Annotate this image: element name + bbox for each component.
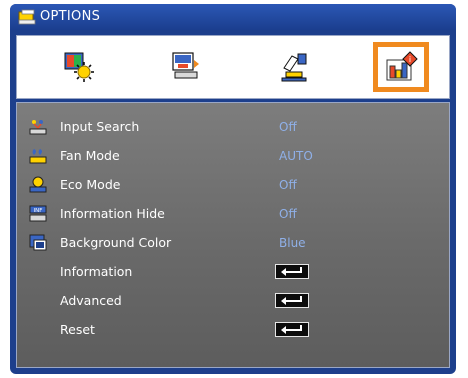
svg-text:INF: INF	[34, 208, 43, 214]
enter-arrow-icon	[281, 296, 302, 305]
menu-item-value: Off	[279, 120, 297, 134]
title-bar: OPTIONS	[10, 4, 456, 30]
menu-item-information[interactable]: Information	[17, 259, 449, 285]
tab-setup[interactable]	[266, 42, 322, 92]
menu-item-value: Off	[279, 178, 297, 192]
eco-mode-icon	[29, 176, 47, 194]
input-search-icon	[29, 118, 47, 136]
menu-item-eco-mode[interactable]: Eco Mode Off	[17, 172, 449, 198]
options-folder-icon	[18, 9, 36, 25]
enter-arrow-icon	[281, 325, 302, 334]
menu-item-value: Off	[279, 207, 297, 221]
enter-button[interactable]	[275, 293, 309, 308]
menu-item-label: Input Search	[60, 119, 140, 134]
menu-item-fan-mode[interactable]: Fan Mode AUTO	[17, 143, 449, 169]
options-settings-icon: i	[386, 51, 418, 81]
tab-options[interactable]: i	[373, 42, 429, 92]
menu-tab-bar: i	[16, 35, 450, 99]
setup-settings-icon	[281, 53, 307, 82]
information-hide-icon: INF	[29, 205, 47, 223]
enter-button[interactable]	[275, 264, 309, 279]
menu-item-value: Blue	[279, 236, 306, 250]
menu-item-label: Background Color	[60, 235, 172, 250]
menu-item-information-hide[interactable]: INF Information Hide Off	[17, 201, 449, 227]
enter-button[interactable]	[275, 322, 309, 337]
menu-item-reset[interactable]: Reset	[17, 317, 449, 343]
tab-picture[interactable]	[50, 42, 106, 92]
enter-arrow-icon	[281, 267, 302, 276]
menu-item-label: Fan Mode	[60, 148, 120, 163]
options-window: OPTIONS i Input Search Off Fan Mode AUTO…	[10, 4, 456, 374]
menu-item-label: Eco Mode	[60, 177, 121, 192]
menu-item-input-search[interactable]: Input Search Off	[17, 114, 449, 140]
tab-display[interactable]	[158, 42, 214, 92]
background-color-icon	[29, 234, 47, 252]
fan-mode-icon	[29, 147, 47, 165]
menu-item-background-color[interactable]: Background Color Blue	[17, 230, 449, 256]
menu-item-label: Information Hide	[60, 206, 165, 221]
picture-settings-icon	[64, 52, 94, 82]
menu-item-label: Information	[60, 264, 133, 279]
svg-text:i: i	[409, 55, 411, 64]
menu-item-label: Reset	[60, 322, 95, 337]
menu-item-advanced[interactable]: Advanced	[17, 288, 449, 314]
options-menu-panel: Input Search Off Fan Mode AUTO Eco Mode …	[16, 102, 450, 368]
display-settings-icon	[172, 52, 199, 79]
menu-item-label: Advanced	[60, 293, 122, 308]
window-title: OPTIONS	[40, 9, 101, 24]
menu-item-value: AUTO	[279, 149, 313, 163]
